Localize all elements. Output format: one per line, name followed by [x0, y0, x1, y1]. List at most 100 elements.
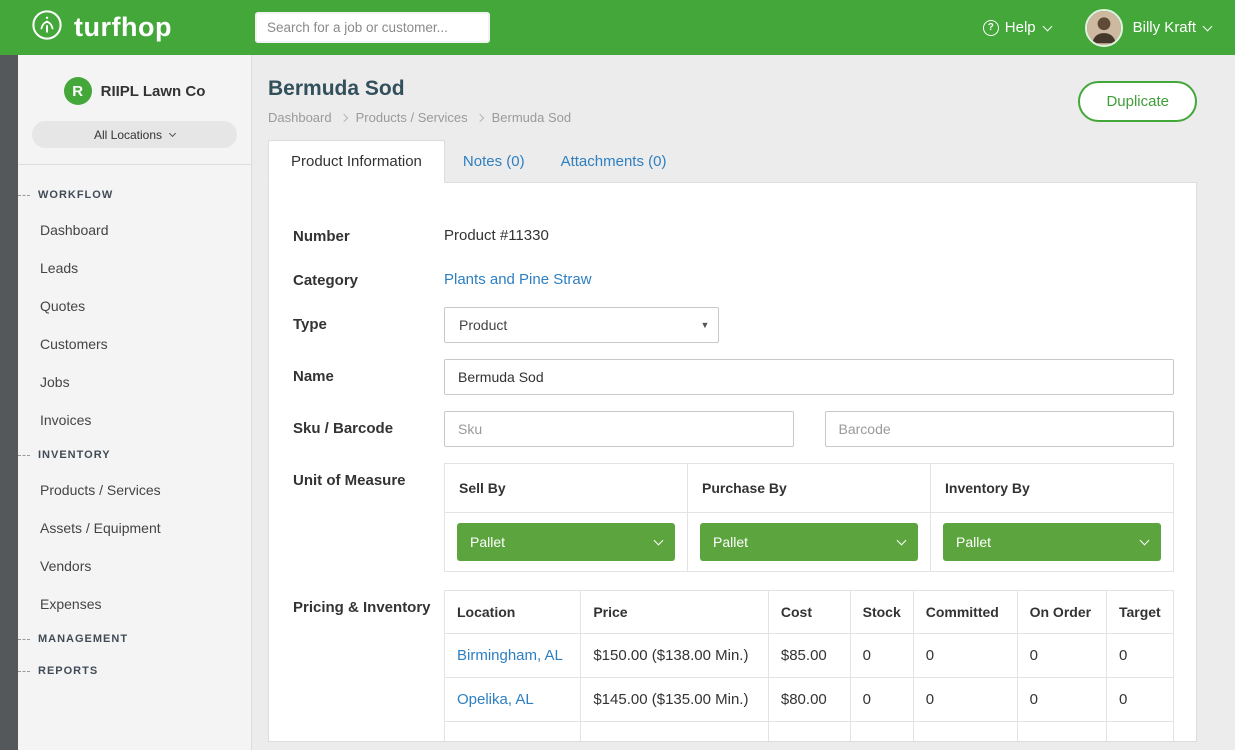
pricing-inventory-label: Pricing & Inventory	[293, 590, 444, 742]
caret-down-icon: ▼	[692, 308, 718, 342]
tab-notes[interactable]: Notes (0)	[445, 141, 543, 182]
all-locations-button[interactable]: All Locations	[32, 121, 237, 148]
sidebar-item-assets-equipment[interactable]: Assets / Equipment	[18, 509, 251, 547]
chevron-down-icon	[1203, 21, 1213, 31]
page-title: Bermuda Sod	[268, 77, 571, 101]
chevron-down-icon	[169, 130, 176, 137]
price-cell: $145.00 ($135.00 Min.)	[581, 678, 769, 722]
company-block: R RIIPL Lawn Co All Locations	[18, 55, 251, 165]
nav-header-workflow: WORKFLOW	[18, 179, 251, 211]
pricing-inventory-table: Location Price Cost Stock Committed On O…	[444, 590, 1174, 742]
type-select[interactable]: Product ▼	[444, 307, 719, 343]
chevron-down-icon	[1042, 21, 1052, 31]
target-cell: 0	[1106, 678, 1173, 722]
number-label: Number	[293, 219, 444, 247]
tab-product-information[interactable]: Product Information	[268, 140, 445, 183]
help-icon: ?	[983, 20, 999, 36]
sku-input[interactable]	[444, 411, 794, 447]
name-input[interactable]	[444, 359, 1174, 395]
chevron-down-icon	[897, 535, 907, 545]
dash-icon	[18, 639, 30, 640]
pricing-header-row: Location Price Cost Stock Committed On O…	[445, 591, 1174, 634]
breadcrumb-dashboard[interactable]: Dashboard	[268, 110, 332, 125]
nav-header-inventory: INVENTORY	[18, 439, 251, 471]
sidebar-item-invoices[interactable]: Invoices	[18, 401, 251, 439]
sidebar-item-products-services[interactable]: Products / Services	[18, 471, 251, 509]
col-header-on-order: On Order	[1017, 591, 1106, 634]
sidebar-item-vendors[interactable]: Vendors	[18, 547, 251, 585]
number-value: Product #11330	[444, 219, 1174, 247]
brand-name: turfhop	[74, 12, 172, 43]
barcode-input[interactable]	[825, 411, 1175, 447]
col-header-stock: Stock	[850, 591, 913, 634]
dash-icon	[18, 455, 30, 456]
table-row-partial	[445, 722, 1174, 743]
sidebar-item-customers[interactable]: Customers	[18, 325, 251, 363]
nav-header-reports[interactable]: REPORTS	[18, 655, 251, 687]
price-cell: $150.00 ($138.00 Min.)	[581, 634, 769, 678]
sell-by-select[interactable]: Pallet	[457, 523, 675, 561]
category-link[interactable]: Plants and Pine Straw	[444, 271, 592, 288]
cost-cell: $85.00	[768, 634, 850, 678]
breadcrumb-products-services[interactable]: Products / Services	[356, 110, 468, 125]
sidebar-item-jobs[interactable]: Jobs	[18, 363, 251, 401]
col-header-price: Price	[581, 591, 769, 634]
avatar	[1085, 9, 1123, 47]
dash-icon	[18, 195, 30, 196]
global-search-input[interactable]	[255, 12, 490, 43]
purchase-by-select[interactable]: Pallet	[700, 523, 918, 561]
location-link-opelika[interactable]: Opelika, AL	[457, 691, 534, 708]
company-badge: R	[64, 77, 92, 105]
edge-strip	[0, 55, 18, 750]
duplicate-button[interactable]: Duplicate	[1078, 81, 1197, 122]
on-order-cell: 0	[1017, 634, 1106, 678]
user-menu[interactable]: Billy Kraft	[1085, 9, 1211, 47]
sidebar-nav: WORKFLOW Dashboard Leads Quotes Customer…	[18, 165, 251, 687]
on-order-cell: 0	[1017, 678, 1106, 722]
all-locations-label: All Locations	[94, 128, 162, 142]
stock-cell: 0	[850, 678, 913, 722]
chevron-down-icon	[654, 535, 664, 545]
table-row: Birmingham, AL $150.00 ($138.00 Min.) $8…	[445, 634, 1174, 678]
committed-cell: 0	[913, 634, 1017, 678]
chevron-right-icon	[475, 113, 483, 121]
col-header-cost: Cost	[768, 591, 850, 634]
uom-header-purchase-by: Purchase By	[688, 464, 931, 513]
col-header-location: Location	[445, 591, 581, 634]
inventory-by-select[interactable]: Pallet	[943, 523, 1161, 561]
category-label: Category	[293, 263, 444, 291]
tab-attachments[interactable]: Attachments (0)	[543, 141, 685, 182]
target-cell: 0	[1106, 634, 1173, 678]
cost-cell: $80.00	[768, 678, 850, 722]
dash-icon	[18, 671, 30, 672]
type-select-value: Product	[445, 317, 692, 333]
product-information-panel: Number Product #11330 Category Plants an…	[268, 182, 1197, 742]
sidebar-item-dashboard[interactable]: Dashboard	[18, 211, 251, 249]
name-label: Name	[293, 359, 444, 395]
col-header-target: Target	[1106, 591, 1173, 634]
sku-barcode-label: Sku / Barcode	[293, 411, 444, 447]
uom-header-sell-by: Sell By	[445, 464, 688, 513]
sidebar-item-expenses[interactable]: Expenses	[18, 585, 251, 623]
col-header-committed: Committed	[913, 591, 1017, 634]
breadcrumb: Dashboard Products / Services Bermuda So…	[268, 110, 571, 125]
chevron-down-icon	[1140, 535, 1150, 545]
unit-of-measure-table: Sell By Purchase By Inventory By Pallet	[444, 463, 1174, 572]
sidebar-item-leads[interactable]: Leads	[18, 249, 251, 287]
tab-bar: Product Information Notes (0) Attachment…	[268, 140, 1197, 182]
uom-header-inventory-by: Inventory By	[931, 464, 1174, 513]
sidebar-item-quotes[interactable]: Quotes	[18, 287, 251, 325]
committed-cell: 0	[913, 678, 1017, 722]
user-name: Billy Kraft	[1133, 19, 1196, 36]
help-menu[interactable]: ? Help	[983, 19, 1051, 36]
nav-header-management[interactable]: MANAGEMENT	[18, 623, 251, 655]
sprinkler-logo-icon	[30, 8, 64, 47]
type-label: Type	[293, 307, 444, 343]
main-content: Bermuda Sod Dashboard Products / Service…	[252, 55, 1235, 750]
turfhop-logo[interactable]: turfhop	[30, 8, 255, 47]
sidebar: R RIIPL Lawn Co All Locations WORKFLOW D…	[0, 55, 252, 750]
chevron-right-icon	[339, 113, 347, 121]
location-link-birmingham[interactable]: Birmingham, AL	[457, 647, 563, 664]
stock-cell: 0	[850, 634, 913, 678]
table-row: Opelika, AL $145.00 ($135.00 Min.) $80.0…	[445, 678, 1174, 722]
